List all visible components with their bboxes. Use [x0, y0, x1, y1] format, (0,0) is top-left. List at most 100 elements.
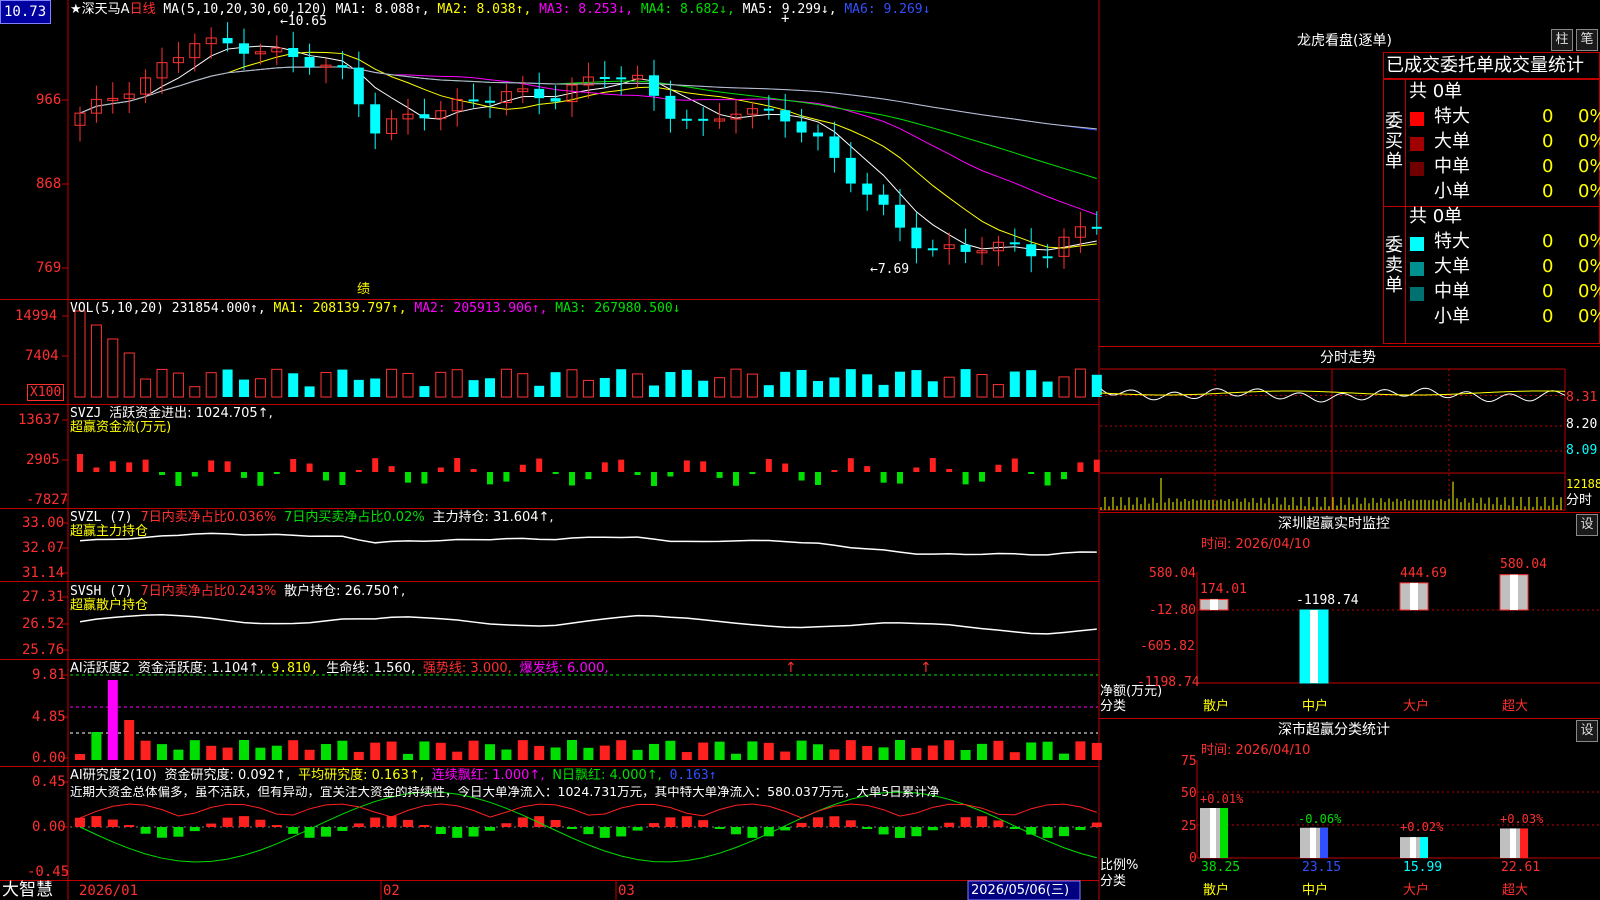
- activity-bar: [75, 754, 85, 760]
- flow-bar: [716, 472, 723, 478]
- retail-position-polyline: [79, 614, 1097, 635]
- candle-body: [304, 56, 315, 68]
- ai-research-streak: 连续飘红: 1.000↑,: [431, 768, 545, 783]
- activity-bar: [813, 744, 823, 760]
- svzl-position: 主力持仓: 31.604↑,: [432, 510, 554, 525]
- class-tick-3: 25: [1181, 819, 1197, 834]
- class-title: 深市超赢分类统计: [1278, 722, 1390, 738]
- candle-body: [845, 157, 856, 184]
- flow-bar: [782, 463, 789, 472]
- flow-bar: [454, 458, 461, 472]
- volume-bar: [172, 372, 184, 398]
- buy-m-pct: 0%: [1578, 156, 1600, 177]
- panel-borders: [0, 0, 1100, 900]
- research-bar: [1059, 827, 1069, 837]
- volume-bar: [288, 373, 299, 397]
- candle-body: [288, 48, 299, 57]
- ai-tick-2: 4.85: [32, 709, 66, 725]
- activity-bar: [583, 747, 594, 760]
- candle-body: [796, 121, 807, 133]
- stock-name[interactable]: 深天马A: [82, 2, 130, 17]
- sell-l-label: 大单: [1434, 256, 1470, 277]
- activity-bar: [763, 742, 774, 760]
- class-bar-highlight: [1510, 828, 1516, 858]
- research-bar: [911, 827, 922, 837]
- research-bar: [1091, 822, 1102, 827]
- activity-bar: [829, 749, 840, 760]
- svzl-tick-2: 32.07: [22, 540, 65, 556]
- volume-bar: [566, 369, 578, 398]
- tick-mode-button[interactable]: 笔: [1576, 29, 1598, 51]
- period-label[interactable]: 日线: [130, 2, 156, 17]
- activity-bar: [173, 749, 184, 760]
- class-settings-button[interactable]: 设: [1576, 720, 1598, 742]
- flow-bar: [733, 472, 739, 486]
- flow-bar: [667, 472, 674, 477]
- activity-bar: [977, 743, 987, 760]
- svzl-net-ratio: 7日内买卖净占比0.02%: [284, 510, 425, 525]
- bar-mode-button[interactable]: 柱: [1551, 29, 1573, 51]
- flow-bar: [355, 470, 362, 472]
- activity-bar: [780, 751, 791, 760]
- volume-bar: [386, 368, 398, 398]
- activity-bar: [698, 742, 709, 760]
- activity-bar: [370, 742, 381, 760]
- research-bar: [222, 817, 233, 827]
- flow-bar: [372, 458, 379, 472]
- volume-bar: [451, 369, 463, 398]
- candle-body: [370, 104, 381, 134]
- activity-bar: [1042, 741, 1053, 760]
- svzl-name: SVZL (7): [70, 510, 133, 525]
- flow-bar: [1028, 472, 1035, 474]
- earnings-marker: 绩: [357, 282, 371, 297]
- flow-bar: [880, 472, 887, 483]
- activity-bar: [222, 747, 233, 760]
- main-position-polyline: [79, 532, 1097, 556]
- ai-research-level: 资金研究度: 0.092↑,: [164, 768, 291, 783]
- volume-bar: [681, 369, 692, 397]
- research-bar: [189, 827, 200, 832]
- activity-bar: [534, 745, 545, 760]
- current-date: 2026/05/06(三): [971, 883, 1070, 898]
- volume-bar: [1058, 376, 1070, 398]
- monitor-val-super: 580.04: [1500, 557, 1547, 572]
- month-separators: [380, 880, 617, 900]
- svzj-header: SVZJ 活跃资金进出: 1024.705↑,: [70, 407, 273, 420]
- price-tag: 10.73: [0, 0, 51, 24]
- svzl-subtitle: 超赢主力持仓: [70, 524, 149, 539]
- activity-bar: [599, 745, 610, 760]
- sell-xl-label: 特大: [1434, 231, 1470, 252]
- svsh-subtitle: 超赢散户持仓: [70, 598, 149, 613]
- research-bar: [517, 817, 528, 827]
- candle-body: [239, 43, 249, 54]
- svzj-tick-1: 13637: [18, 412, 61, 428]
- candle-body: [960, 244, 971, 252]
- signal-arrow: ↑: [785, 660, 797, 676]
- sell-total: 共 0单: [1409, 206, 1463, 227]
- ai-research-extra: 0.163↑: [669, 768, 717, 783]
- activity-bar: [1059, 753, 1069, 760]
- volume-bar: [485, 378, 495, 397]
- monitor-settings-button[interactable]: 设: [1576, 514, 1598, 536]
- research-bar: [796, 822, 807, 827]
- activity-bar: [911, 747, 922, 760]
- candle-body: [649, 75, 659, 96]
- candle-body: [895, 204, 905, 228]
- svzj-subtitle: 超赢资金流(万元): [70, 420, 172, 435]
- activity-bar: [140, 740, 151, 760]
- dragon-tabs[interactable]: 已成交委托单成交量统计: [1386, 57, 1584, 75]
- research-bar: [681, 816, 692, 827]
- research-bar: [321, 827, 331, 837]
- ai-active-header: AI活跃度2 资金活跃度: 1.104↑, 9.810, 生命线: 1.560,…: [70, 662, 609, 675]
- volume-bar: [943, 376, 955, 398]
- ai-research-avg: 平均研究度: 0.163↑,: [298, 768, 424, 783]
- sell-l-pct: 0%: [1578, 256, 1600, 277]
- volume-bar: [582, 379, 594, 398]
- svzj-label: 活跃资金进出: 1024.705↑,: [109, 406, 273, 421]
- class-xlabel: 分类: [1100, 874, 1127, 889]
- volume-bar: [402, 372, 414, 398]
- sell-m-pct: 0%: [1578, 281, 1600, 302]
- stock-chart[interactable]: ↑ ↑: [0, 0, 1600, 900]
- candle-body: [1009, 242, 1020, 245]
- monitor-bar-highlight: [1510, 574, 1518, 610]
